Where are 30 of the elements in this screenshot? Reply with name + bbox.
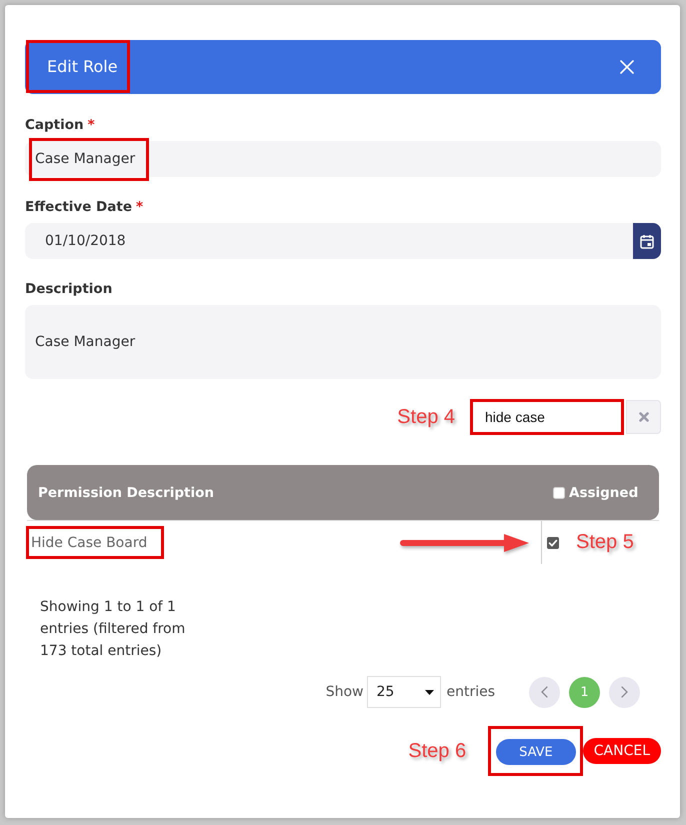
calendar-button[interactable] bbox=[633, 223, 661, 259]
row-checkbox[interactable] bbox=[547, 536, 559, 548]
calendar-icon bbox=[640, 234, 654, 248]
step-annotation: Step 4 bbox=[397, 406, 455, 428]
page-size-select[interactable]: 25 bbox=[367, 676, 442, 708]
column-header: Assigned bbox=[569, 484, 638, 500]
chevron-left-icon bbox=[541, 686, 548, 698]
clear-icon bbox=[638, 412, 648, 422]
text-area[interactable]: Case Manager bbox=[25, 305, 661, 379]
table-info-text: Showing 1 to 1 of 1 entries (filtered from 173 total entries) bbox=[40, 598, 186, 661]
field-value: Case Manager bbox=[35, 151, 136, 167]
cancel-button[interactable]: CANCEL bbox=[582, 738, 661, 764]
date-field[interactable]: 01/10/2018 bbox=[25, 223, 661, 259]
chevron-right-icon bbox=[621, 686, 628, 698]
search-field[interactable]: hide case bbox=[470, 399, 624, 435]
select-all-checkbox[interactable] bbox=[553, 486, 565, 498]
field-label: Description bbox=[25, 280, 112, 298]
step-annotation: Step 6 bbox=[408, 740, 466, 762]
save-button[interactable]: SAVE bbox=[496, 739, 576, 765]
field-label: Effective Date * bbox=[25, 198, 144, 216]
dialog-title: Edit Role bbox=[47, 57, 118, 76]
entries-label: entries bbox=[446, 684, 495, 700]
caret-down-icon bbox=[425, 690, 434, 694]
table-cell: Hide Case Board bbox=[31, 534, 148, 550]
field-label: Caption * bbox=[25, 116, 95, 134]
show-label: Show bbox=[326, 684, 364, 700]
clear-search-button[interactable] bbox=[626, 400, 661, 434]
close-icon bbox=[620, 60, 634, 74]
step-annotation: Step 5 bbox=[576, 531, 634, 554]
column-header: Permission Description bbox=[37, 484, 216, 500]
